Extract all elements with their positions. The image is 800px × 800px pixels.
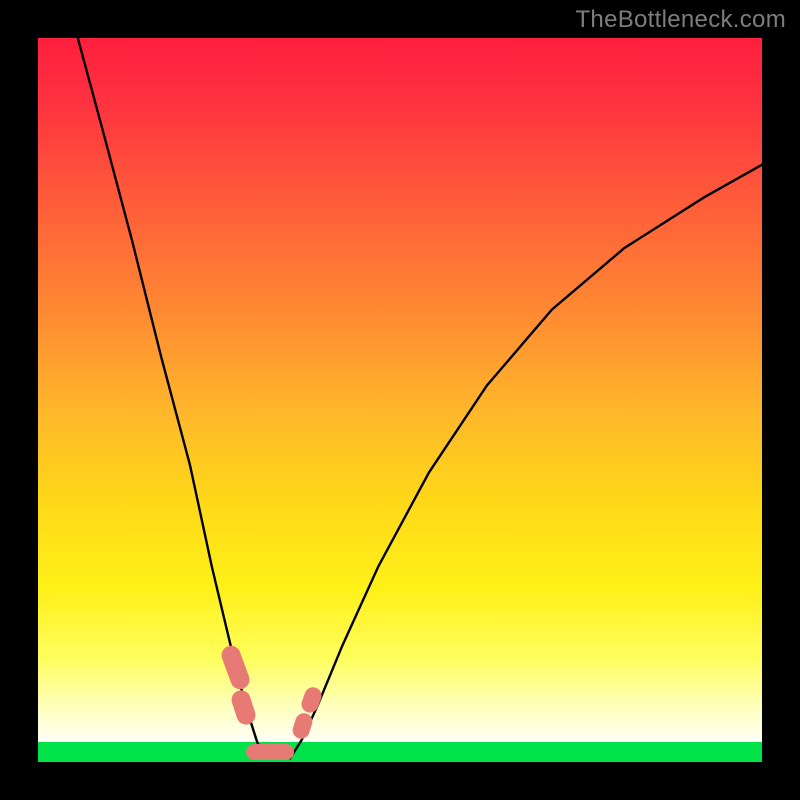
chart-frame: TheBottleneck.com [0, 0, 800, 800]
chart-plot-area [38, 38, 762, 762]
right-lower-blob [290, 711, 315, 741]
left-lower-blob [229, 688, 258, 727]
bottom-green-band [38, 742, 762, 762]
valley-blob [246, 744, 294, 760]
chart-curve-layer [38, 38, 762, 762]
curve-right-leg [290, 165, 762, 759]
right-upper-blob [299, 685, 324, 715]
watermark-text: TheBottleneck.com [575, 6, 786, 34]
left-upper-blob [218, 644, 251, 693]
